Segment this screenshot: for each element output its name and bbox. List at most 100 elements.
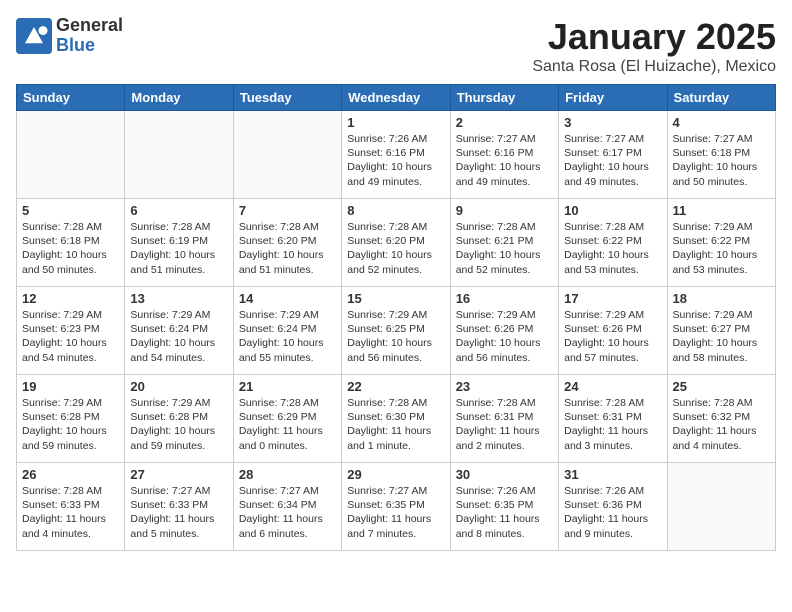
day-number: 24 — [564, 379, 661, 394]
page-header: General Blue January 2025 Santa Rosa (El… — [16, 16, 776, 76]
subtitle: Santa Rosa (El Huizache), Mexico — [532, 58, 776, 76]
day-content: Sunrise: 7:26 AMSunset: 6:16 PMDaylight:… — [347, 132, 444, 189]
calendar-cell: 26 Sunrise: 7:28 AMSunset: 6:33 PMDayligh… — [17, 463, 125, 551]
day-content: Sunrise: 7:29 AMSunset: 6:22 PMDaylight:… — [673, 220, 770, 277]
day-content: Sunrise: 7:28 AMSunset: 6:33 PMDaylight:… — [22, 484, 119, 541]
calendar-cell — [667, 463, 775, 551]
day-number: 11 — [673, 203, 770, 218]
calendar-cell: 12 Sunrise: 7:29 AMSunset: 6:23 PMDayligh… — [17, 287, 125, 375]
weekday-header: Thursday — [450, 85, 558, 111]
day-number: 17 — [564, 291, 661, 306]
calendar-cell: 25Sunrise: 7:28 AMSunset: 6:32 PMDayligh… — [667, 375, 775, 463]
logo-text: General Blue — [56, 16, 123, 56]
day-number: 20 — [130, 379, 227, 394]
weekday-header: Monday — [125, 85, 233, 111]
day-content: Sunrise: 7:27 AMSunset: 6:33 PMDaylight:… — [130, 484, 227, 541]
calendar-cell: 23 Sunrise: 7:28 AMSunset: 6:31 PMDayligh… — [450, 375, 558, 463]
day-content: Sunrise: 7:28 AMSunset: 6:30 PMDaylight:… — [347, 396, 444, 453]
calendar-cell: 13 Sunrise: 7:29 AMSunset: 6:24 PMDayligh… — [125, 287, 233, 375]
day-number: 12 — [22, 291, 119, 306]
day-number: 9 — [456, 203, 553, 218]
calendar-cell: 19 Sunrise: 7:29 AMSunset: 6:28 PMDayligh… — [17, 375, 125, 463]
day-number: 16 — [456, 291, 553, 306]
day-content: Sunrise: 7:27 AMSunset: 6:35 PMDaylight:… — [347, 484, 444, 541]
calendar-cell — [233, 111, 341, 199]
day-content: Sunrise: 7:27 AMSunset: 6:34 PMDaylight:… — [239, 484, 336, 541]
day-content: Sunrise: 7:28 AMSunset: 6:31 PMDaylight:… — [456, 396, 553, 453]
calendar-header-row: SundayMondayTuesdayWednesdayThursdayFrid… — [17, 85, 776, 111]
day-content: Sunrise: 7:28 AMSunset: 6:20 PMDaylight:… — [239, 220, 336, 277]
day-content: Sunrise: 7:26 AMSunset: 6:36 PMDaylight:… — [564, 484, 661, 541]
calendar-cell: 11 Sunrise: 7:29 AMSunset: 6:22 PMDayligh… — [667, 199, 775, 287]
calendar-cell: 28 Sunrise: 7:27 AMSunset: 6:34 PMDayligh… — [233, 463, 341, 551]
day-content: Sunrise: 7:28 AMSunset: 6:21 PMDaylight:… — [456, 220, 553, 277]
day-content: Sunrise: 7:28 AMSunset: 6:31 PMDaylight:… — [564, 396, 661, 453]
calendar-cell: 5Sunrise: 7:28 AMSunset: 6:18 PMDaylight… — [17, 199, 125, 287]
calendar-cell: 30 Sunrise: 7:26 AMSunset: 6:35 PMDayligh… — [450, 463, 558, 551]
day-content: Sunrise: 7:29 AMSunset: 6:26 PMDaylight:… — [564, 308, 661, 365]
day-number: 7 — [239, 203, 336, 218]
calendar-cell: 18 Sunrise: 7:29 AMSunset: 6:27 PMDayligh… — [667, 287, 775, 375]
calendar-cell: 21Sunrise: 7:28 AMSunset: 6:29 PMDayligh… — [233, 375, 341, 463]
day-number: 14 — [239, 291, 336, 306]
day-number: 10 — [564, 203, 661, 218]
day-number: 1 — [347, 115, 444, 130]
weekday-header: Saturday — [667, 85, 775, 111]
day-number: 2 — [456, 115, 553, 130]
calendar-cell: 3 Sunrise: 7:27 AMSunset: 6:17 PMDaylight… — [559, 111, 667, 199]
calendar-cell: 4Sunrise: 7:27 AMSunset: 6:18 PMDaylight… — [667, 111, 775, 199]
day-content: Sunrise: 7:26 AMSunset: 6:35 PMDaylight:… — [456, 484, 553, 541]
day-number: 15 — [347, 291, 444, 306]
month-title: January 2025 — [532, 16, 776, 58]
day-content: Sunrise: 7:27 AMSunset: 6:16 PMDaylight:… — [456, 132, 553, 189]
weekday-header: Friday — [559, 85, 667, 111]
day-content: Sunrise: 7:28 AMSunset: 6:20 PMDaylight:… — [347, 220, 444, 277]
day-content: Sunrise: 7:29 AMSunset: 6:28 PMDaylight:… — [22, 396, 119, 453]
title-block: January 2025 Santa Rosa (El Huizache), M… — [532, 16, 776, 76]
calendar-cell: 8 Sunrise: 7:28 AMSunset: 6:20 PMDaylight… — [342, 199, 450, 287]
day-number: 29 — [347, 467, 444, 482]
logo-blue: Blue — [56, 35, 95, 55]
day-number: 18 — [673, 291, 770, 306]
day-number: 28 — [239, 467, 336, 482]
day-number: 23 — [456, 379, 553, 394]
day-number: 3 — [564, 115, 661, 130]
calendar-cell: 29 Sunrise: 7:27 AMSunset: 6:35 PMDayligh… — [342, 463, 450, 551]
day-number: 30 — [456, 467, 553, 482]
weekday-header: Sunday — [17, 85, 125, 111]
day-number: 21 — [239, 379, 336, 394]
day-number: 19 — [22, 379, 119, 394]
day-content: Sunrise: 7:29 AMSunset: 6:26 PMDaylight:… — [456, 308, 553, 365]
calendar-cell: 27 Sunrise: 7:27 AMSunset: 6:33 PMDayligh… — [125, 463, 233, 551]
calendar-cell: 24 Sunrise: 7:28 AMSunset: 6:31 PMDayligh… — [559, 375, 667, 463]
logo: General Blue — [16, 16, 123, 56]
calendar-cell: 17 Sunrise: 7:29 AMSunset: 6:26 PMDayligh… — [559, 287, 667, 375]
calendar-cell: 7 Sunrise: 7:28 AMSunset: 6:20 PMDaylight… — [233, 199, 341, 287]
calendar-cell: 9 Sunrise: 7:28 AMSunset: 6:21 PMDaylight… — [450, 199, 558, 287]
day-content: Sunrise: 7:28 AMSunset: 6:19 PMDaylight:… — [130, 220, 227, 277]
calendar-cell: 22Sunrise: 7:28 AMSunset: 6:30 PMDayligh… — [342, 375, 450, 463]
calendar-cell: 16 Sunrise: 7:29 AMSunset: 6:26 PMDayligh… — [450, 287, 558, 375]
calendar-cell — [17, 111, 125, 199]
weekday-header: Tuesday — [233, 85, 341, 111]
calendar-week-row: 12 Sunrise: 7:29 AMSunset: 6:23 PMDayligh… — [17, 287, 776, 375]
calendar-cell: 20Sunrise: 7:29 AMSunset: 6:28 PMDayligh… — [125, 375, 233, 463]
day-content: Sunrise: 7:27 AMSunset: 6:17 PMDaylight:… — [564, 132, 661, 189]
day-content: Sunrise: 7:28 AMSunset: 6:22 PMDaylight:… — [564, 220, 661, 277]
weekday-header: Wednesday — [342, 85, 450, 111]
day-number: 8 — [347, 203, 444, 218]
day-content: Sunrise: 7:28 AMSunset: 6:18 PMDaylight:… — [22, 220, 119, 277]
logo-icon — [16, 18, 52, 54]
day-content: Sunrise: 7:29 AMSunset: 6:24 PMDaylight:… — [239, 308, 336, 365]
day-number: 13 — [130, 291, 227, 306]
day-content: Sunrise: 7:28 AMSunset: 6:32 PMDaylight:… — [673, 396, 770, 453]
day-number: 26 — [22, 467, 119, 482]
calendar-cell: 15Sunrise: 7:29 AMSunset: 6:25 PMDayligh… — [342, 287, 450, 375]
day-content: Sunrise: 7:29 AMSunset: 6:23 PMDaylight:… — [22, 308, 119, 365]
day-number: 4 — [673, 115, 770, 130]
day-content: Sunrise: 7:29 AMSunset: 6:24 PMDaylight:… — [130, 308, 227, 365]
calendar-week-row: 26 Sunrise: 7:28 AMSunset: 6:33 PMDayligh… — [17, 463, 776, 551]
day-number: 27 — [130, 467, 227, 482]
day-content: Sunrise: 7:29 AMSunset: 6:27 PMDaylight:… — [673, 308, 770, 365]
calendar-week-row: 19 Sunrise: 7:29 AMSunset: 6:28 PMDayligh… — [17, 375, 776, 463]
